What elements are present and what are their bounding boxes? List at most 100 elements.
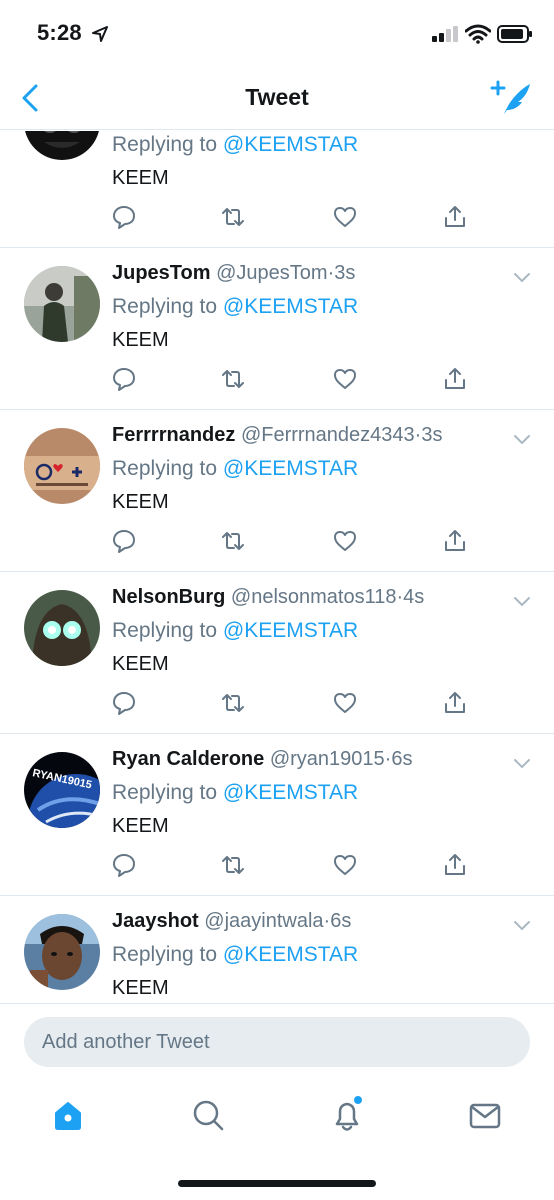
avatar[interactable]: RYAN19015 <box>24 752 100 828</box>
chevron-down-icon[interactable] <box>512 594 532 608</box>
messages-envelope-icon[interactable] <box>465 1095 505 1135</box>
author-handle[interactable]: @jaayintwala <box>204 910 323 932</box>
author-handle[interactable]: @Ferrrnandez4343 <box>241 424 415 446</box>
retweet-icon[interactable] <box>220 690 246 716</box>
navigation-bar: Tweet <box>0 68 554 130</box>
replying-line: Replying to @KEEMSTAR <box>112 619 358 643</box>
reply-icon[interactable] <box>111 366 137 392</box>
tweet-age: 6s <box>391 748 413 770</box>
author-name[interactable]: Ferrrrnandez <box>112 424 235 446</box>
tweet-text: KEEM <box>112 329 169 351</box>
wifi-icon <box>465 24 491 44</box>
author-handle[interactable]: @JupesTom <box>216 262 327 284</box>
chevron-down-icon[interactable] <box>512 756 532 770</box>
tweet-actions <box>0 366 554 396</box>
avatar[interactable] <box>24 428 100 504</box>
share-icon[interactable] <box>442 204 468 230</box>
like-heart-icon[interactable] <box>332 852 358 878</box>
author-name[interactable]: JupesTom <box>112 262 211 284</box>
home-icon[interactable] <box>48 1095 88 1135</box>
replying-prefix: Replying to <box>112 133 218 156</box>
replying-line: Replying to @KEEMSTAR <box>112 295 358 319</box>
retweet-icon[interactable] <box>220 852 246 878</box>
retweet-icon[interactable] <box>220 528 246 554</box>
tweet-text: KEEM <box>112 653 169 675</box>
share-icon[interactable] <box>442 852 468 878</box>
tweet-age: 4s <box>403 586 425 608</box>
avatar[interactable] <box>24 131 100 160</box>
tweet-text: KEEM <box>112 977 169 999</box>
tweet-actions <box>0 852 554 882</box>
tweet-age: 6s <box>330 910 352 932</box>
replying-prefix: Replying to <box>112 457 218 480</box>
reply-icon[interactable] <box>111 204 137 230</box>
status-time: 5:28 <box>37 20 82 45</box>
reply-icon[interactable] <box>111 852 137 878</box>
share-icon[interactable] <box>442 528 468 554</box>
avatar[interactable] <box>24 266 100 342</box>
reply-mention-link[interactable]: @KEEMSTAR <box>223 457 358 480</box>
tweet-item[interactable]: Jaayshot @jaayintwala·6s Replying to @KE… <box>0 896 554 1003</box>
tweet-item[interactable]: Replying to @KEEMSTAR KEEM <box>0 131 554 248</box>
author-name[interactable]: Ryan Calderone <box>112 748 264 770</box>
chevron-down-icon[interactable] <box>512 918 532 932</box>
chevron-down-icon[interactable] <box>512 270 532 284</box>
compose-bar <box>0 1003 554 1081</box>
tweet-item[interactable]: JupesTom @JupesTom·3s Replying to @KEEMS… <box>0 248 554 410</box>
like-heart-icon[interactable] <box>332 690 358 716</box>
tweet-header: Ferrrrnandez @Ferrrnandez4343·3s <box>112 424 442 447</box>
tweet-item[interactable]: RYAN19015 Ryan Calderone @ryan19015·6s R… <box>0 734 554 896</box>
tweet-header: NelsonBurg @nelsonmatos118·4s <box>112 586 424 609</box>
author-handle[interactable]: @ryan19015 <box>270 748 385 770</box>
tweet-text: KEEM <box>112 491 169 513</box>
reply-feed[interactable]: Replying to @KEEMSTAR KEEM JupesTom @Jup… <box>0 131 554 1003</box>
tweet-header: Jaayshot @jaayintwala·6s <box>112 910 351 933</box>
tweet-actions <box>0 690 554 720</box>
share-icon[interactable] <box>442 366 468 392</box>
replying-line: Replying to @KEEMSTAR <box>112 133 358 157</box>
search-icon[interactable] <box>188 1095 228 1135</box>
tweet-item[interactable]: NelsonBurg @nelsonmatos118·4s Replying t… <box>0 572 554 734</box>
reply-mention-link[interactable]: @KEEMSTAR <box>223 781 358 804</box>
reply-icon[interactable] <box>111 690 137 716</box>
avatar[interactable] <box>24 914 100 990</box>
page-title: Tweet <box>245 84 309 110</box>
location-arrow-icon <box>92 26 108 42</box>
reply-mention-link[interactable]: @KEEMSTAR <box>223 943 358 966</box>
tweet-actions <box>0 204 554 234</box>
reply-mention-link[interactable]: @KEEMSTAR <box>223 295 358 318</box>
retweet-icon[interactable] <box>220 366 246 392</box>
tweet-age: 3s <box>334 262 356 284</box>
like-heart-icon[interactable] <box>332 204 358 230</box>
reply-mention-link[interactable]: @KEEMSTAR <box>223 133 358 156</box>
replying-line: Replying to @KEEMSTAR <box>112 943 358 967</box>
author-name[interactable]: Jaayshot <box>112 910 199 932</box>
replying-prefix: Replying to <box>112 781 218 804</box>
battery-icon <box>497 25 532 43</box>
compose-tweet-icon[interactable] <box>490 80 534 116</box>
like-heart-icon[interactable] <box>332 366 358 392</box>
tweet-header: Ryan Calderone @ryan19015·6s <box>112 748 412 771</box>
author-handle[interactable]: @nelsonmatos118 <box>231 586 397 608</box>
add-tweet-input[interactable] <box>24 1017 530 1067</box>
replying-line: Replying to @KEEMSTAR <box>112 781 358 805</box>
reply-mention-link[interactable]: @KEEMSTAR <box>223 619 358 642</box>
chevron-down-icon[interactable] <box>512 432 532 446</box>
notifications-bell-icon[interactable] <box>327 1095 367 1135</box>
share-icon[interactable] <box>442 690 468 716</box>
like-heart-icon[interactable] <box>332 528 358 554</box>
tweet-text: KEEM <box>112 815 169 837</box>
replying-prefix: Replying to <box>112 943 218 966</box>
reply-icon[interactable] <box>111 528 137 554</box>
cellular-signal-icon <box>432 26 458 42</box>
replying-prefix: Replying to <box>112 295 218 318</box>
replying-line: Replying to @KEEMSTAR <box>112 457 358 481</box>
tweet-header: JupesTom @JupesTom·3s <box>112 262 355 285</box>
tweet-item[interactable]: Ferrrrnandez @Ferrrnandez4343·3s Replyin… <box>0 410 554 572</box>
avatar[interactable] <box>24 590 100 666</box>
replying-prefix: Replying to <box>112 619 218 642</box>
retweet-icon[interactable] <box>220 204 246 230</box>
tweet-age: 3s <box>421 424 443 446</box>
home-indicator <box>178 1180 376 1187</box>
author-name[interactable]: NelsonBurg <box>112 586 225 608</box>
